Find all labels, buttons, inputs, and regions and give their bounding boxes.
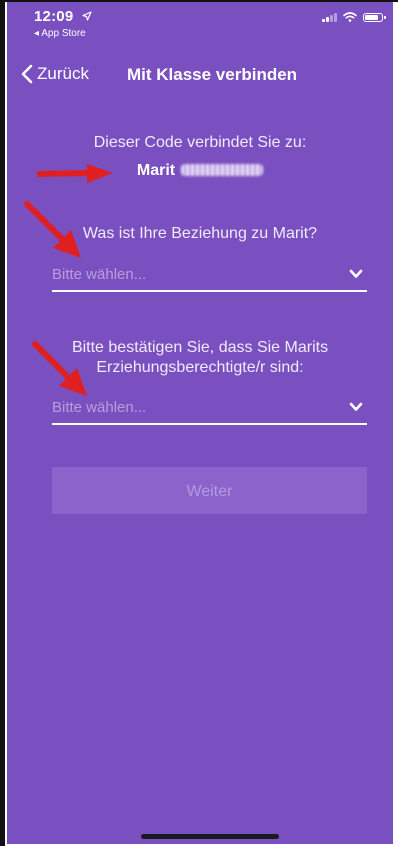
code-label: Dieser Code verbindet Sie zu: [93, 134, 307, 151]
cellular-signal-icon [322, 12, 337, 22]
status-time-text: 12:09 [34, 8, 74, 25]
home-indicator[interactable] [141, 834, 279, 839]
red-annotation-arrow-name [37, 164, 113, 183]
status-time: 12:09 [34, 8, 92, 25]
guardian-select[interactable]: Bitte wählen... [52, 397, 367, 425]
redacted-last-name [181, 164, 264, 176]
battery-icon [363, 12, 386, 22]
chevron-down-icon [349, 269, 363, 278]
relationship-select[interactable]: Bitte wählen... [52, 264, 367, 292]
back-to-app-store-link[interactable]: ◂ App Store [34, 28, 86, 39]
screenshot-border-left [0, 0, 5, 846]
wifi-icon [343, 12, 357, 22]
continue-button[interactable]: Weiter [52, 467, 367, 514]
chevron-left-icon [21, 64, 33, 84]
back-button-label: Zurück [37, 64, 89, 83]
red-annotation-arrow-guardian [32, 341, 87, 396]
back-button[interactable]: Zurück [21, 64, 89, 84]
app-screen: 12:09 ◂ App Store Zurück Mit Klasse verb… [7, 2, 393, 844]
page-title: Mit Klasse verbinden [127, 65, 298, 84]
student-first-name: Marit [136, 162, 176, 179]
status-icons [322, 12, 386, 22]
chevron-down-icon [349, 402, 363, 411]
location-arrow-icon [82, 11, 92, 21]
red-annotation-arrow-relationship [24, 201, 81, 258]
relationship-select-placeholder: Bitte wählen... [52, 266, 147, 283]
